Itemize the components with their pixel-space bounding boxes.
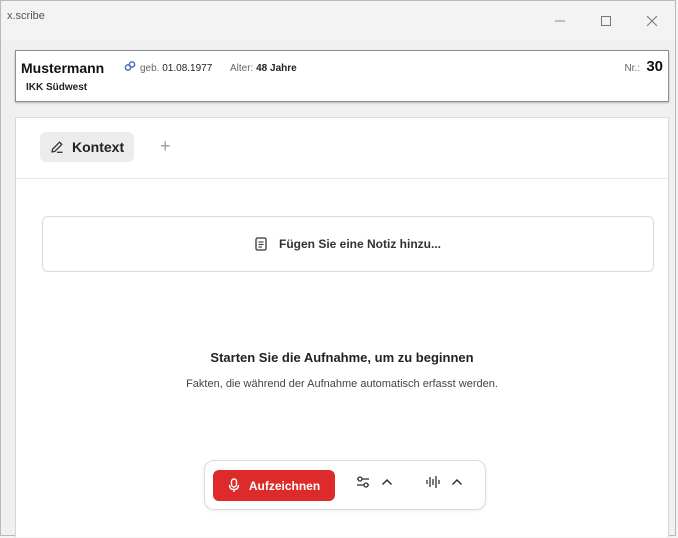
nr-value: 30 — [646, 58, 663, 75]
chevron-up-icon — [451, 478, 463, 486]
maximize-button[interactable] — [583, 1, 629, 41]
add-note-field[interactable]: Fügen Sie eine Notiz hinzu... — [42, 216, 654, 272]
maximize-icon — [601, 16, 611, 26]
close-button[interactable] — [629, 1, 675, 41]
age-field: Alter: 48 Jahre — [230, 63, 297, 74]
app-window: x.scribe Mustermann geb. 01.08.1977 Alte… — [0, 0, 676, 537]
insurance-name: IKK Südwest — [26, 82, 88, 93]
nr-label: Nr.: — [624, 63, 640, 74]
settings-dropdown[interactable] — [355, 474, 393, 490]
main-content: Kontext + Fügen Sie eine Notiz hinzu... … — [15, 117, 669, 537]
note-icon — [255, 237, 267, 251]
empty-state-subtitle: Fakten, die während der Aufnahme automat… — [186, 378, 498, 390]
dob-label: geb. — [140, 63, 160, 74]
link-icon[interactable] — [124, 59, 136, 77]
add-note-placeholder: Fügen Sie eine Notiz hinzu... — [278, 237, 441, 251]
age-label: Alter: — [230, 63, 254, 74]
add-tab-button[interactable]: + — [160, 134, 171, 158]
record-button-label: Aufzeichnen — [248, 478, 321, 493]
dob-value: 01.08.1977 — [162, 63, 213, 74]
patient-header: Mustermann geb. 01.08.1977 Alter: 48 Jah… — [15, 50, 669, 102]
sliders-icon — [357, 476, 369, 488]
minimize-button[interactable] — [537, 1, 583, 41]
record-button[interactable]: Aufzeichnen — [213, 470, 335, 501]
empty-state-title: Starten Sie die Aufnahme, um zu beginnen — [210, 350, 474, 365]
recording-toolbar: Aufzeichnen — [204, 460, 486, 510]
waveform-icon — [426, 476, 440, 488]
window-title: x.scribe — [7, 10, 45, 22]
patient-name: Mustermann — [21, 60, 105, 76]
audio-dropdown[interactable] — [425, 474, 463, 490]
title-bar: x.scribe — [1, 1, 675, 41]
tab-kontext-label: Kontext — [72, 139, 125, 155]
chevron-up-icon — [381, 478, 393, 486]
tab-bar: Kontext + — [16, 118, 668, 179]
tab-kontext[interactable]: Kontext — [40, 132, 135, 162]
close-icon — [647, 16, 657, 26]
age-value: 48 Jahre — [256, 63, 297, 74]
minimize-icon — [555, 20, 565, 22]
window-controls — [537, 1, 675, 41]
dob-field: geb. 01.08.1977 — [140, 63, 212, 74]
pencil-icon — [51, 141, 63, 153]
microphone-icon — [228, 478, 240, 492]
